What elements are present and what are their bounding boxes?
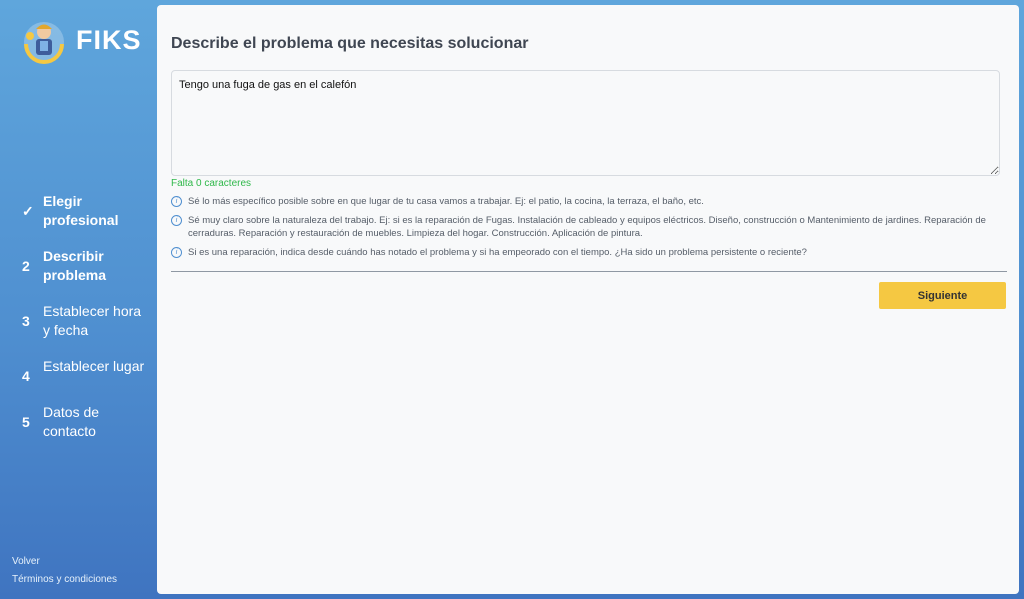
step-label: Datos de contacto	[43, 404, 100, 439]
tip-item: i Sé lo más específico posible sobre en …	[171, 195, 1003, 208]
step-set-location[interactable]: 4 Establecer lugar	[0, 357, 157, 386]
tip-text: Sé lo más específico posible sobre en qu…	[188, 196, 704, 207]
step-set-time-date[interactable]: 3 Establecer hora y fecha	[0, 302, 157, 340]
step-number: 5	[22, 414, 30, 430]
tip-text: Sé muy claro sobre la naturaleza del tra…	[188, 215, 986, 239]
terms-link[interactable]: Términos y condiciones	[12, 574, 117, 585]
step-label: Elegir profesional	[43, 193, 119, 228]
divider	[171, 271, 1007, 272]
main-panel: Describe el problema que necesitas soluc…	[157, 5, 1019, 594]
tips-list: i Sé lo más específico posible sobre en …	[171, 195, 1003, 265]
step-describe-problem[interactable]: 2 Describir problema	[0, 247, 157, 285]
tip-text: Si es una reparación, indica desde cuánd…	[188, 247, 807, 258]
sidebar: FIKS ✓ Elegir profesional 2 Describir pr…	[0, 0, 157, 599]
step-contact-data[interactable]: 5 Datos de contacto	[0, 403, 157, 441]
step-label: Establecer lugar	[43, 358, 145, 374]
page-title: Describe el problema que necesitas soluc…	[171, 35, 529, 52]
logo: FIKS	[18, 14, 142, 66]
step-number: 2	[22, 258, 30, 274]
info-icon: i	[171, 215, 182, 226]
step-check-icon: ✓	[22, 203, 34, 219]
step-number: 4	[22, 368, 30, 384]
step-label: Establecer hora y fecha	[43, 303, 142, 338]
steps-nav: ✓ Elegir profesional 2 Describir problem…	[0, 192, 157, 458]
problem-description-input[interactable]: Tengo una fuga de gas en el calefón	[171, 70, 1000, 176]
character-counter: Falta 0 caracteres	[171, 178, 252, 189]
step-number: 3	[22, 313, 30, 329]
fiks-logo-icon	[24, 22, 64, 64]
step-choose-professional[interactable]: ✓ Elegir profesional	[0, 192, 157, 230]
tip-item: i Si es una reparación, indica desde cuá…	[171, 246, 1003, 259]
info-icon: i	[171, 247, 182, 258]
step-label: Describir problema	[43, 248, 107, 283]
info-icon: i	[171, 196, 182, 207]
back-link[interactable]: Volver	[12, 556, 40, 567]
tip-item: i Sé muy claro sobre la naturaleza del t…	[171, 214, 1003, 240]
next-button[interactable]: Siguiente	[879, 282, 1006, 309]
brand-name: FIKS	[76, 24, 142, 55]
